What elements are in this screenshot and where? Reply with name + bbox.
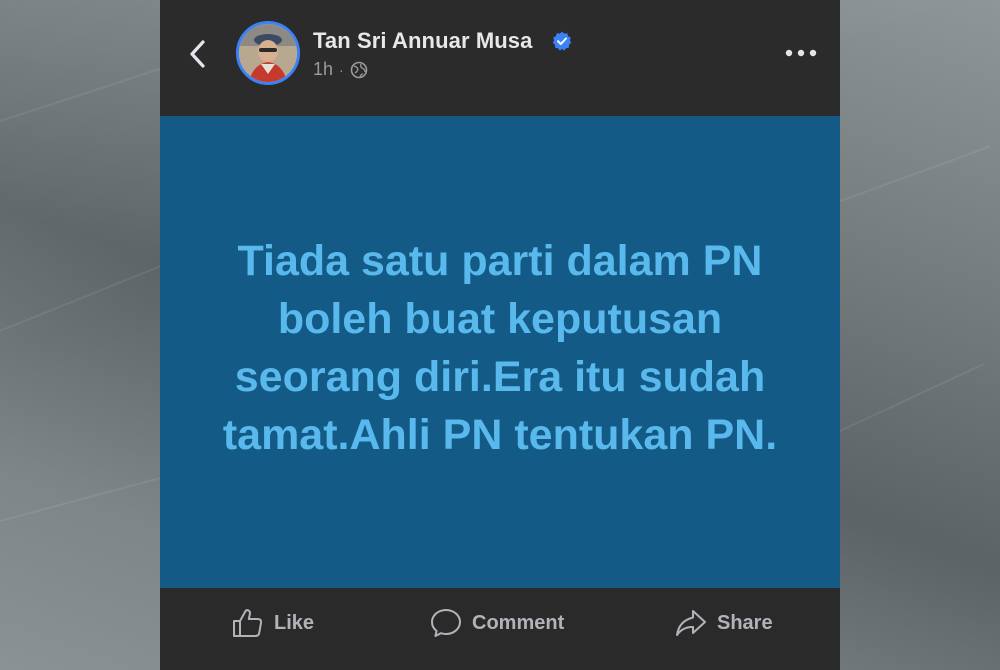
speech-bubble-icon [431,609,461,637]
verified-badge-icon [552,31,572,51]
post-time[interactable]: 1h [313,59,333,80]
post-content: Tiada satu parti dalam PN boleh buat kep… [160,116,840,588]
post-screen: Tan Sri Annuar Musa 1h · Tiada satu part… [160,0,840,670]
post-text: Tiada satu parti dalam PN boleh buat kep… [222,237,778,459]
background-streak [839,145,991,202]
comment-label: Comment [472,611,565,634]
share-arrow-icon [676,610,706,636]
post-actions-bar: Like Comment Share [160,588,840,670]
avatar[interactable] [236,21,300,85]
author-name[interactable]: Tan Sri Annuar Musa [313,28,532,54]
chevron-left-icon[interactable] [184,36,212,72]
like-label: Like [274,611,315,634]
background-streak [0,262,168,332]
globe-icon [350,61,368,78]
background-streak [839,362,986,432]
background-streak [0,476,165,522]
more-horizontal-icon[interactable] [784,46,818,60]
post-header: Tan Sri Annuar Musa 1h · [160,0,840,116]
share-button[interactable]: Share [675,606,773,640]
share-label: Share [717,611,773,634]
like-button[interactable]: Like [232,606,314,640]
meta-separator: · [339,61,344,78]
post-meta: 1h · [313,59,368,80]
background-streak [0,67,162,122]
avatar-image [239,24,297,82]
thumbs-up-icon [233,609,263,637]
comment-button[interactable]: Comment [430,606,564,640]
